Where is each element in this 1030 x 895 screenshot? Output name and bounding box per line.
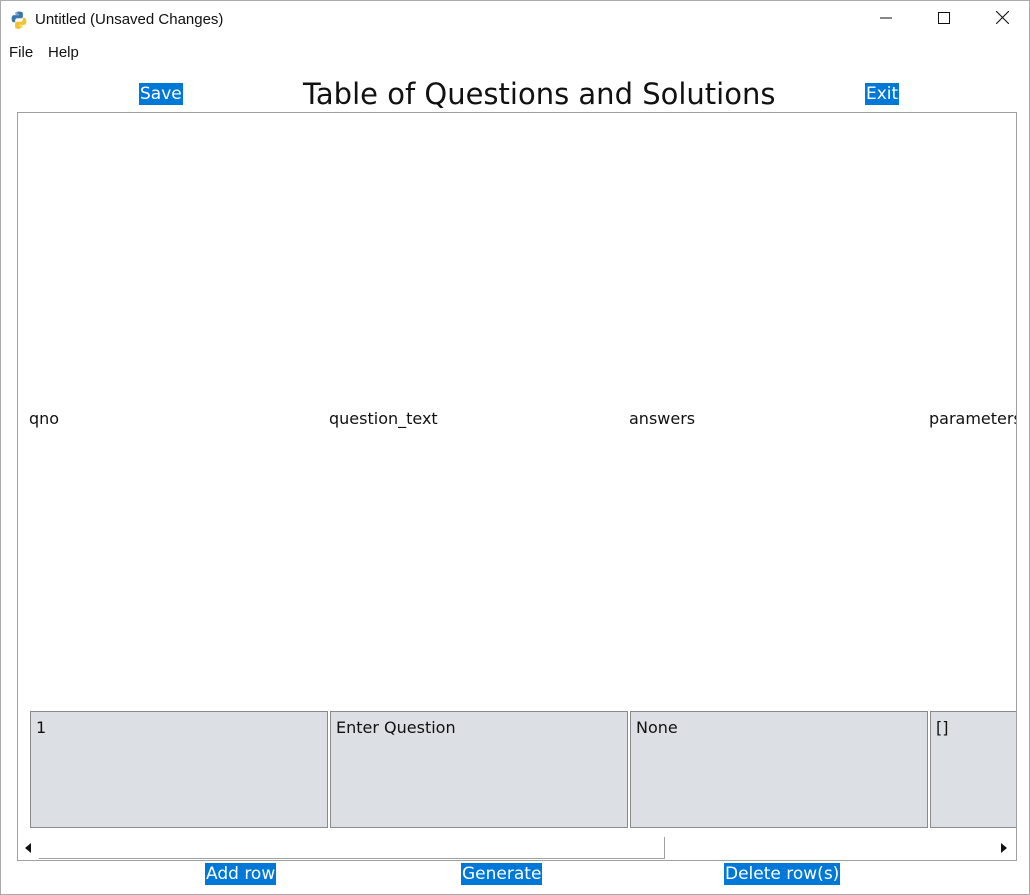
horizontal-scrollbar[interactable]: [18, 837, 1016, 859]
column-header-qno: qno: [29, 409, 60, 428]
questions-table: qno question_text answers parameters 1 E…: [17, 112, 1017, 861]
menu-bar: File Help: [1, 39, 1029, 65]
page-title: Table of Questions and Solutions: [303, 77, 776, 111]
column-header-answers: answers: [629, 409, 696, 428]
minimize-button[interactable]: [857, 1, 915, 39]
generate-button[interactable]: Generate: [461, 863, 543, 885]
scroll-right-icon[interactable]: [998, 842, 1010, 854]
title-bar[interactable]: Untitled (Unsaved Changes): [1, 1, 1029, 39]
cell-question-text[interactable]: Enter Question: [330, 711, 628, 828]
close-button[interactable]: [973, 1, 1029, 39]
cell-qno[interactable]: 1: [30, 711, 328, 828]
column-header-parameters: parameters: [929, 409, 1017, 428]
python-icon: [9, 10, 29, 30]
app-window: Untitled (Unsaved Changes) File Help Sav…: [0, 0, 1030, 895]
exit-button[interactable]: Exit: [865, 83, 900, 105]
maximize-icon: [938, 11, 950, 29]
save-button[interactable]: Save: [139, 83, 183, 105]
close-icon: [995, 10, 1009, 29]
scrollbar-thumb[interactable]: [39, 837, 665, 859]
maximize-button[interactable]: [915, 1, 973, 39]
menu-file[interactable]: File: [9, 44, 33, 61]
scroll-left-icon[interactable]: [22, 842, 34, 854]
minimize-icon: [880, 11, 892, 29]
cell-answers[interactable]: None: [630, 711, 928, 828]
column-header-question-text: question_text: [329, 409, 438, 428]
cell-parameters[interactable]: []: [930, 711, 1016, 828]
delete-rows-button[interactable]: Delete row(s): [724, 863, 841, 885]
window-title: Untitled (Unsaved Changes): [35, 11, 224, 28]
menu-help[interactable]: Help: [48, 44, 79, 61]
add-row-button[interactable]: Add row: [205, 863, 277, 885]
